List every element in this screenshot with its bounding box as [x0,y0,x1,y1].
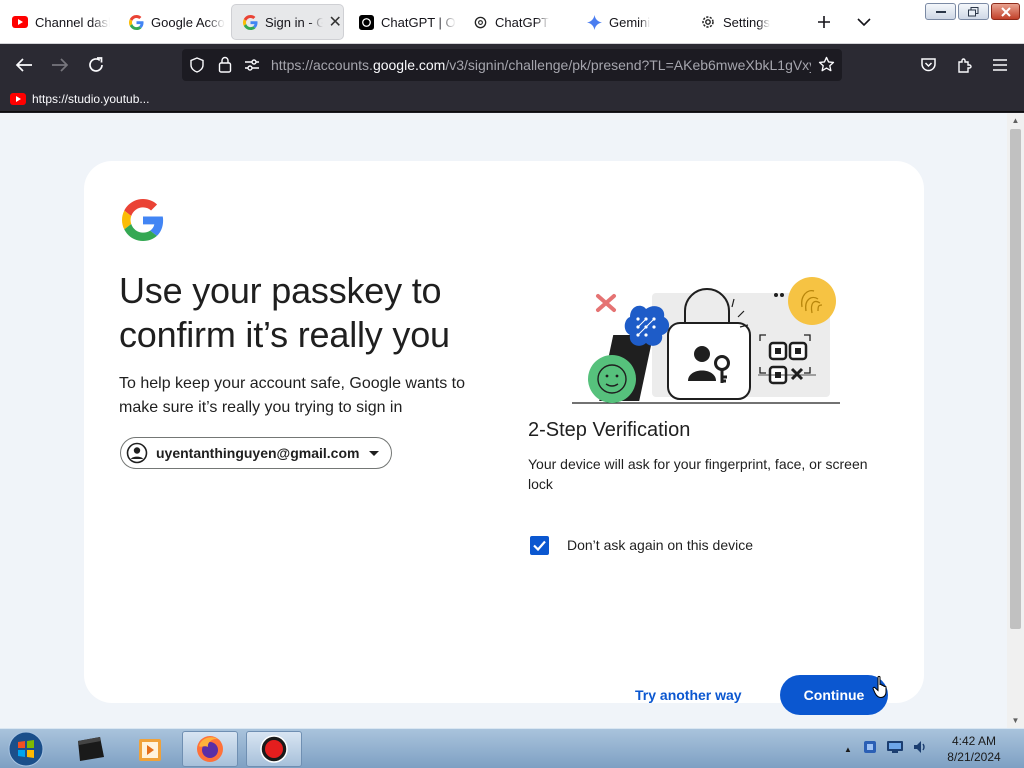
tab-google-account[interactable]: Google Acco [118,5,226,39]
address-bar[interactable]: https://accounts.google.com/v3/signin/ch… [182,49,842,81]
google-icon [128,14,144,30]
gear-icon [700,14,716,30]
start-button[interactable] [6,730,46,768]
windows-logo-icon [8,731,44,767]
page-subtitle: To help keep your account safe, Google w… [119,375,465,416]
taskbar-app-terminal[interactable] [62,731,118,767]
account-chooser[interactable]: uyentanthinguyen@gmail.com [120,437,393,469]
terminal-app-icon [78,737,104,761]
tab-settings[interactable]: Settings [690,5,798,39]
hand-cursor-icon [872,675,887,699]
scroll-thumb[interactable] [1010,129,1021,629]
tab-label: ChatGPT | Op [381,14,456,30]
taskbar-app-media-player[interactable] [122,731,178,767]
close-tab-icon[interactable]: ✕ [327,12,343,32]
lock-icon[interactable] [218,56,232,78]
sparkle-icon [596,294,616,312]
tab-label: Gemini [609,14,651,30]
section-description: Your device will ask for your fingerprin… [528,456,868,492]
scroll-up-arrow-icon[interactable]: ▲ [1007,113,1024,128]
vertical-scrollbar[interactable]: ▲ ▼ [1007,113,1024,728]
new-tab-button[interactable] [812,10,836,34]
account-email: uyentanthinguyen@gmail.com [156,445,360,461]
bookmark-star-icon[interactable] [818,56,835,78]
permissions-icon[interactable] [244,57,260,78]
tab-chatgpt-openai[interactable]: ChatGPT | Op [348,5,456,39]
tab-label: Google Acco [151,14,225,30]
clock-time: 4:42 AM [951,734,997,748]
record-icon [260,735,288,763]
taskbar-app-recorder[interactable] [246,731,302,767]
page-title: Use your passkey to confirm it’s really … [119,270,450,355]
volume-icon[interactable] [912,739,928,760]
bookmarks-toolbar: https://studio.youtub... [0,86,1024,112]
section-title: 2-Step Verification [528,419,691,441]
tab-label: Sign in - G [265,14,324,30]
taskbar-clock[interactable]: 4:42 AM 8/21/2024 [932,733,1016,765]
dont-ask-again-label[interactable]: Don’t ask again on this device [567,537,753,553]
dropdown-arrow-icon [369,450,380,456]
gemini-icon [586,14,602,30]
tab-label: Channel dash [35,14,110,30]
scroll-down-arrow-icon[interactable]: ▼ [1007,713,1024,728]
bookmark-youtube-studio[interactable]: https://studio.youtub... [10,91,149,107]
network-icon[interactable] [886,740,904,759]
menu-button[interactable] [987,53,1013,77]
dont-ask-again-checkbox[interactable] [530,536,549,555]
tray-app-icon[interactable] [862,739,878,760]
forward-button[interactable] [47,53,73,77]
page-viewport: Use your passkey to confirm it’s really … [0,113,1007,728]
checkmark-icon [533,540,546,551]
navigation-toolbar: https://accounts.google.com/v3/signin/ch… [0,44,1024,86]
url-text[interactable]: https://accounts.google.com/v3/signin/ch… [271,57,811,73]
firefox-icon [197,736,223,762]
show-hidden-icons-icon[interactable]: ▲ [844,745,852,754]
tab-sign-in[interactable]: Sign in - G ✕ [232,5,343,39]
windows-taskbar: ▲ 4:42 AM 8/21/2024 [0,728,1024,768]
reload-button[interactable] [83,53,109,77]
back-button[interactable] [11,53,37,77]
list-all-tabs-button[interactable] [852,10,876,34]
url-host: google.com [372,57,446,73]
tab-gemini[interactable]: Gemini [576,5,684,39]
youtube-icon [10,91,26,107]
try-another-way-button[interactable]: Try another way [635,687,742,703]
tab-label: ChatGPT [495,14,550,30]
taskbar-app-firefox[interactable] [182,731,238,767]
clock-date: 8/21/2024 [947,750,1001,764]
url-path: /v3/signin/challenge/pk/presend?TL=AKeb6… [445,57,811,73]
google-icon [242,14,258,30]
restore-button[interactable] [958,3,989,20]
url-prefix: https://accounts. [271,57,373,73]
minimize-button[interactable] [925,3,956,20]
google-logo-icon [122,199,164,241]
account-circle-icon [126,442,148,464]
passkey-illustration [572,277,840,404]
tracking-protection-icon[interactable] [189,57,205,78]
tab-chatgpt[interactable]: ChatGPT [462,5,570,39]
close-window-button[interactable] [991,3,1020,20]
extensions-button[interactable] [951,53,977,77]
tab-label: Settings [723,14,770,30]
media-player-icon [139,739,161,761]
pocket-button[interactable] [915,53,941,77]
tab-strip: Channel dash Google Acco Sign in - G ✕ C… [0,0,1024,44]
youtube-icon [12,14,28,30]
signin-card: Use your passkey to confirm it’s really … [84,161,924,715]
bookmark-label: https://studio.youtub... [32,91,150,106]
chatgpt-icon [358,14,374,30]
tab-channel-dashboard[interactable]: Channel dash [2,5,110,39]
chatgpt-icon [472,14,488,30]
system-tray: ▲ [844,729,928,768]
